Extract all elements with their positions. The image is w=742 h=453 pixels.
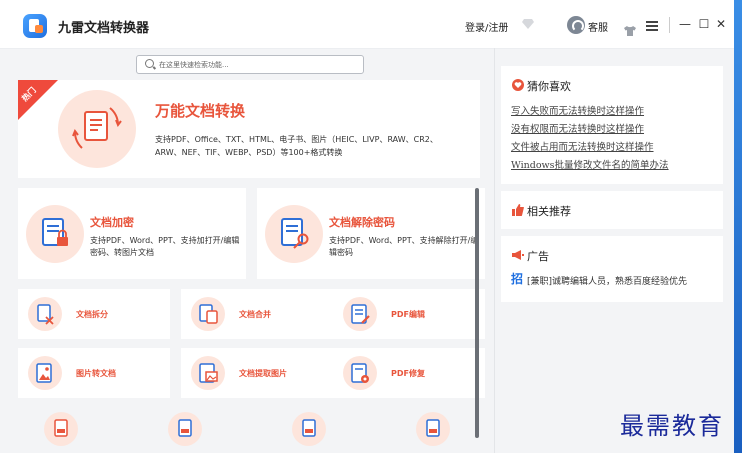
- desktop-background: [734, 0, 742, 453]
- document-key-icon: [265, 205, 323, 263]
- service-headset-icon[interactable]: [567, 16, 585, 34]
- article-link[interactable]: 没有权限而无法转换时这样操作: [511, 121, 644, 135]
- related-recommend-panel: 相关推荐: [501, 191, 723, 229]
- merge-document-card[interactable]: 文档合并: [181, 289, 333, 339]
- card-title: 文档合并: [239, 310, 271, 319]
- format-convert-icon[interactable]: [168, 412, 202, 446]
- article-link[interactable]: 写入失败而无法转换时这样操作: [511, 103, 644, 117]
- titlebar-separator: [669, 17, 670, 33]
- convert-document-icon: [58, 90, 136, 168]
- app-window: 九雷文档转换器 登录/注册 客服 — ☐ ✕ 热门: [0, 0, 734, 453]
- card-description: 支持PDF、Word、PPT、支持解除打开/编辑密码: [329, 236, 479, 257]
- document-lock-icon: [26, 205, 84, 263]
- search-box[interactable]: [136, 55, 364, 74]
- image-document-icon: [28, 356, 62, 390]
- app-logo-icon: [23, 14, 47, 38]
- scrollbar-thumb[interactable]: [475, 188, 479, 438]
- recruit-badge: 招: [511, 272, 524, 286]
- panel-title: 广告: [527, 250, 549, 263]
- login-register-button[interactable]: 登录/注册: [465, 19, 508, 34]
- encrypt-document-card[interactable]: 文档加密 支持PDF、Word、PPT、支持加打开/编辑密码、转图片文档: [18, 188, 246, 279]
- heart-icon: [512, 79, 524, 91]
- menu-icon[interactable]: [646, 21, 658, 31]
- panel-title: 猜你喜欢: [527, 80, 571, 93]
- pdf-repair-icon: [343, 356, 377, 390]
- minimize-button[interactable]: —: [678, 17, 692, 31]
- customer-service-button[interactable]: 客服: [588, 19, 608, 34]
- universal-convert-card[interactable]: 热门 万能文档转换 支持PDF、Office、TXT、HTML、电子书、图片（H…: [18, 80, 480, 178]
- card-title: PDF修复: [391, 369, 425, 378]
- card-title: PDF编辑: [391, 310, 425, 319]
- split-icon: [28, 297, 62, 331]
- pdf-repair-card[interactable]: PDF修复: [333, 348, 485, 398]
- panel-divider: [494, 48, 495, 453]
- hero-description: 支持PDF、Office、TXT、HTML、电子书、图片（HEIC、LIVP、R…: [155, 135, 438, 157]
- extract-images-card[interactable]: 文档提取图片: [181, 348, 333, 398]
- skin-shirt-icon[interactable]: [624, 21, 636, 36]
- guess-you-like-panel: 猜你喜欢 写入失败而无法转换时这样操作 没有权限而无法转换时这样操作 文件被占用…: [501, 66, 723, 184]
- card-title: 文档拆分: [76, 310, 108, 319]
- format-convert-icon[interactable]: [416, 412, 450, 446]
- panel-title: 相关推荐: [527, 205, 571, 218]
- card-title: 图片转文档: [76, 369, 116, 378]
- card-title: 文档提取图片: [239, 369, 287, 378]
- vip-diamond-icon[interactable]: [522, 19, 534, 29]
- extract-image-icon: [191, 356, 225, 390]
- remove-password-card[interactable]: 文档解除密码 支持PDF、Word、PPT、支持解除打开/编辑密码: [257, 188, 485, 279]
- merge-icon: [191, 297, 225, 331]
- ad-link[interactable]: [兼职]诚聘编辑人员，熟悉百度经验优先: [527, 274, 687, 287]
- hero-title: 万能文档转换: [155, 102, 246, 120]
- thumbs-up-icon: [512, 204, 524, 216]
- pdf-edit-card[interactable]: PDF编辑: [333, 289, 485, 339]
- card-title: 文档加密: [90, 216, 134, 229]
- title-bar: 九雷文档转换器 登录/注册 客服 — ☐ ✕: [0, 0, 734, 49]
- app-title: 九雷文档转换器: [58, 21, 150, 36]
- format-convert-icon[interactable]: [292, 412, 326, 446]
- split-document-card[interactable]: 文档拆分: [18, 289, 170, 339]
- megaphone-icon: [512, 250, 524, 260]
- close-button[interactable]: ✕: [714, 17, 728, 31]
- card-description: 支持PDF、Word、PPT、支持加打开/编辑密码、转图片文档: [90, 236, 240, 257]
- search-input[interactable]: [159, 56, 357, 73]
- article-link[interactable]: 文件被占用而无法转换时这样操作: [511, 139, 654, 153]
- ad-panel: 广告 招 [兼职]诚聘编辑人员，熟悉百度经验优先: [501, 236, 723, 302]
- format-convert-icon[interactable]: [44, 412, 78, 446]
- image-to-document-card[interactable]: 图片转文档: [18, 348, 170, 398]
- watermark-text: 最需教育: [620, 412, 724, 440]
- article-link[interactable]: Windows批量修改文件名的简单办法: [511, 157, 669, 171]
- card-title: 文档解除密码: [329, 216, 395, 229]
- pdf-edit-icon: [343, 297, 377, 331]
- search-icon: [145, 59, 154, 68]
- maximize-button[interactable]: ☐: [697, 17, 711, 31]
